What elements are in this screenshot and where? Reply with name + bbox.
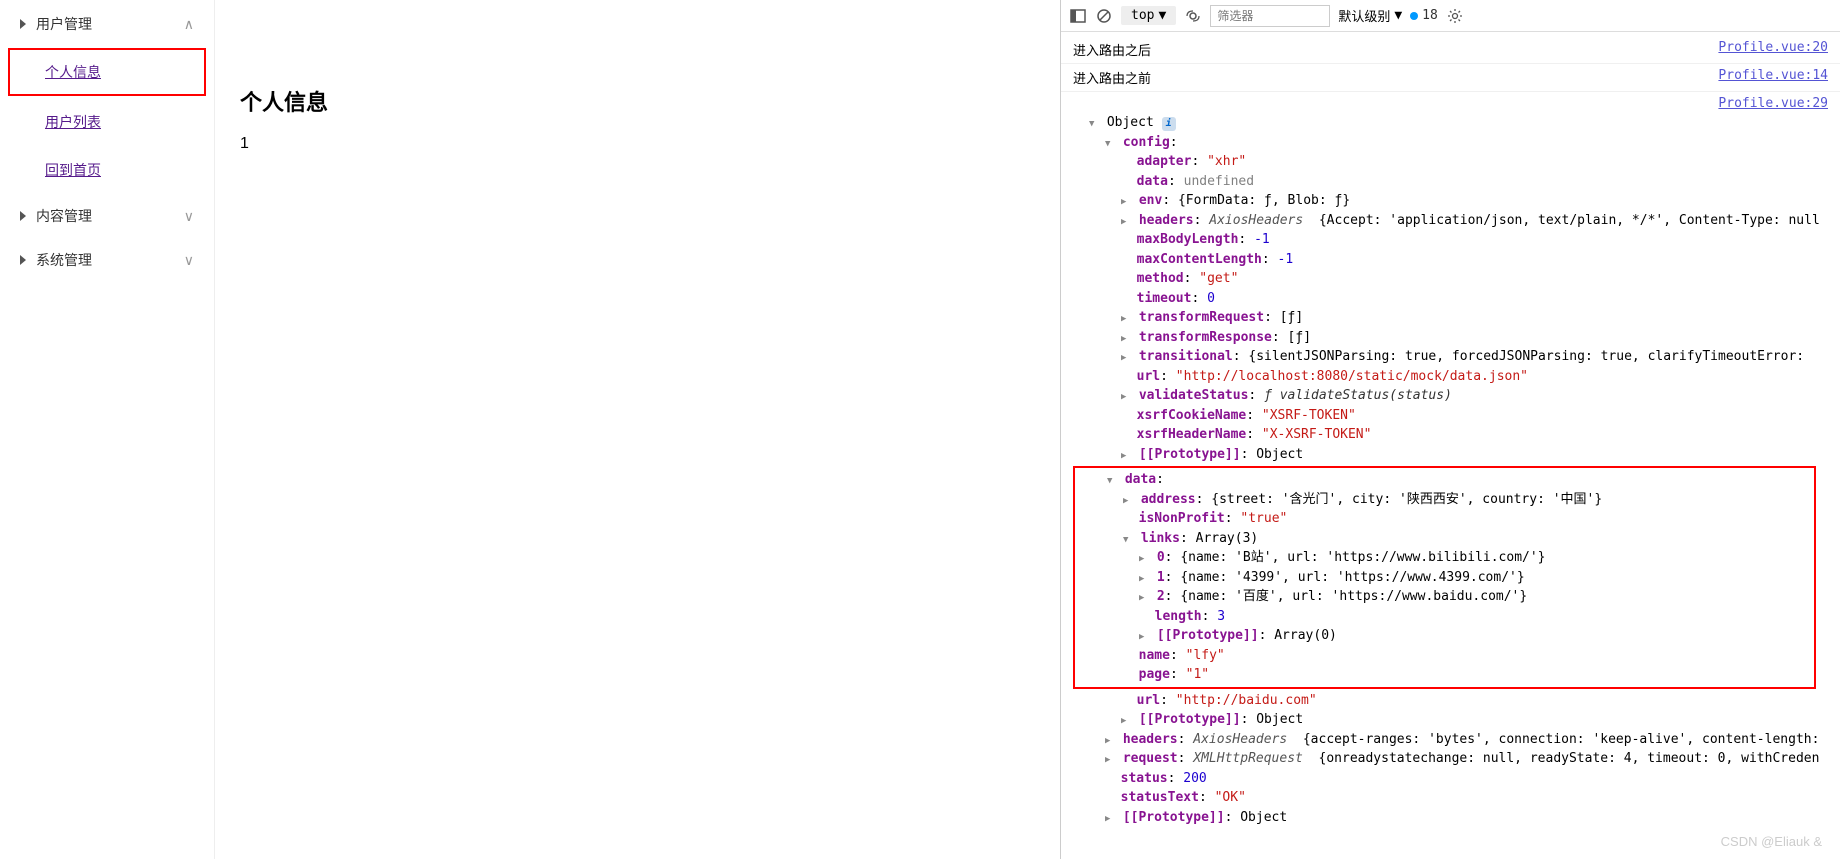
object-tree: Object i config: adapter: "xhr" data: un…	[1061, 111, 1840, 829]
menu-user-mgmt[interactable]: 用户管理	[0, 2, 214, 46]
log-entry: Profile.vue:29	[1061, 92, 1840, 111]
tree-leaf: statusText: "OK"	[1073, 788, 1828, 808]
source-link[interactable]: Profile.vue:14	[1718, 68, 1828, 87]
submenu-profile[interactable]: 个人信息	[8, 48, 206, 96]
log-message: 进入路由之后	[1073, 40, 1151, 59]
menu-label: 内容管理	[36, 206, 92, 226]
tree-leaf: maxContentLength: -1	[1073, 250, 1828, 270]
tree-leaf: data: undefined	[1073, 172, 1828, 192]
tree-node[interactable]: transformResponse: [ƒ]	[1073, 328, 1828, 348]
triangle-icon	[20, 255, 26, 265]
tree-node[interactable]: Object i	[1073, 113, 1828, 133]
log-entry: 进入路由之前 Profile.vue:14	[1061, 64, 1840, 92]
source-link[interactable]: Profile.vue:29	[1718, 96, 1828, 111]
watermark: CSDN @Eliauk &	[1721, 834, 1822, 849]
source-link[interactable]: Profile.vue:20	[1718, 40, 1828, 59]
tree-node[interactable]: 1: {name: '4399', url: 'https://www.4399…	[1075, 568, 1814, 588]
tree-node[interactable]: headers: AxiosHeaders {Accept: 'applicat…	[1073, 211, 1828, 231]
settings-icon[interactable]	[1446, 7, 1464, 25]
tree-leaf: method: "get"	[1073, 269, 1828, 289]
highlighted-section: data: address: {street: '含光门', city: '陕西…	[1073, 466, 1816, 689]
console-output: 进入路由之后 Profile.vue:20 进入路由之前 Profile.vue…	[1061, 32, 1840, 859]
tree-node[interactable]: 0: {name: 'B站', url: 'https://www.bilibi…	[1075, 548, 1814, 568]
context-selector[interactable]: top ▼	[1121, 6, 1176, 25]
submenu-user-list[interactable]: 用户列表	[0, 98, 214, 146]
tree-leaf: xsrfHeaderName: "X-XSRF-TOKEN"	[1073, 425, 1828, 445]
tree-leaf: url: "http://baidu.com"	[1073, 691, 1828, 711]
tree-leaf: page: "1"	[1075, 665, 1814, 685]
devtools-toolbar: top ▼ 默认级别 ▼ 18	[1061, 0, 1840, 32]
menu-label: 系统管理	[36, 250, 92, 270]
live-expression-icon[interactable]	[1184, 7, 1202, 25]
dropdown-icon: ▼	[1158, 8, 1166, 23]
triangle-icon	[20, 211, 26, 221]
log-level-selector[interactable]: 默认级别 ▼	[1338, 6, 1402, 25]
tree-node[interactable]: validateStatus: ƒ validateStatus(status)	[1073, 386, 1828, 406]
menu-system-mgmt[interactable]: 系统管理	[0, 238, 214, 282]
clear-console-icon[interactable]	[1095, 7, 1113, 25]
tree-node[interactable]: config:	[1073, 133, 1828, 153]
filter-input[interactable]	[1210, 5, 1330, 27]
tree-node[interactable]: request: XMLHttpRequest {onreadystatecha…	[1073, 749, 1828, 769]
tree-node[interactable]: transformRequest: [ƒ]	[1073, 308, 1828, 328]
tree-node[interactable]: [[Prototype]]: Array(0)	[1075, 626, 1814, 646]
tree-leaf: maxBodyLength: -1	[1073, 230, 1828, 250]
tree-node[interactable]: [[Prototype]]: Object	[1073, 710, 1828, 730]
log-message: 进入路由之前	[1073, 68, 1151, 87]
submenu-home[interactable]: 回到首页	[0, 146, 214, 194]
tree-node[interactable]: headers: AxiosHeaders {accept-ranges: 'b…	[1073, 730, 1828, 750]
tree-node[interactable]: address: {street: '含光门', city: '陕西西安', c…	[1075, 490, 1814, 510]
devtools-panel: top ▼ 默认级别 ▼ 18 进入路由之后 Profile.vue:20 进入…	[1060, 0, 1840, 859]
tree-leaf: name: "lfy"	[1075, 646, 1814, 666]
toggle-sidebar-icon[interactable]	[1069, 7, 1087, 25]
tree-node[interactable]: links: Array(3)	[1075, 529, 1814, 549]
tree-leaf: url: "http://localhost:8080/static/mock/…	[1073, 367, 1828, 387]
tree-node[interactable]: [[Prototype]]: Object	[1073, 445, 1828, 465]
tree-leaf: adapter: "xhr"	[1073, 152, 1828, 172]
chevron-down-icon	[184, 208, 194, 225]
chevron-down-icon	[184, 252, 194, 269]
tree-leaf: xsrfCookieName: "XSRF-TOKEN"	[1073, 406, 1828, 426]
page-title: 个人信息	[240, 85, 1035, 117]
tree-node[interactable]: [[Prototype]]: Object	[1073, 808, 1828, 828]
menu-content-mgmt[interactable]: 内容管理	[0, 194, 214, 238]
tree-node[interactable]: transitional: {silentJSONParsing: true, …	[1073, 347, 1828, 367]
menu-label: 用户管理	[36, 14, 92, 34]
tree-leaf: length: 3	[1075, 607, 1814, 627]
tree-node[interactable]: 2: {name: '百度', url: 'https://www.baidu.…	[1075, 587, 1814, 607]
dropdown-icon: ▼	[1394, 8, 1402, 23]
tree-leaf: status: 200	[1073, 769, 1828, 789]
content-body: 1	[240, 135, 1035, 153]
tree-node[interactable]: data:	[1075, 470, 1814, 490]
tree-leaf: isNonProfit: "true"	[1075, 509, 1814, 529]
tree-leaf: timeout: 0	[1073, 289, 1828, 309]
triangle-icon	[20, 19, 26, 29]
sidebar: 用户管理 个人信息 用户列表 回到首页 内容管理 系统管理	[0, 0, 215, 859]
tree-node[interactable]: env: {FormData: ƒ, Blob: ƒ}	[1073, 191, 1828, 211]
info-icon[interactable]: i	[1162, 117, 1176, 131]
chevron-up-icon	[184, 16, 194, 33]
issues-counter[interactable]: 18	[1410, 8, 1438, 23]
issue-dot-icon	[1410, 12, 1418, 20]
main-content: 个人信息 1	[215, 0, 1060, 859]
log-entry: 进入路由之后 Profile.vue:20	[1061, 36, 1840, 64]
